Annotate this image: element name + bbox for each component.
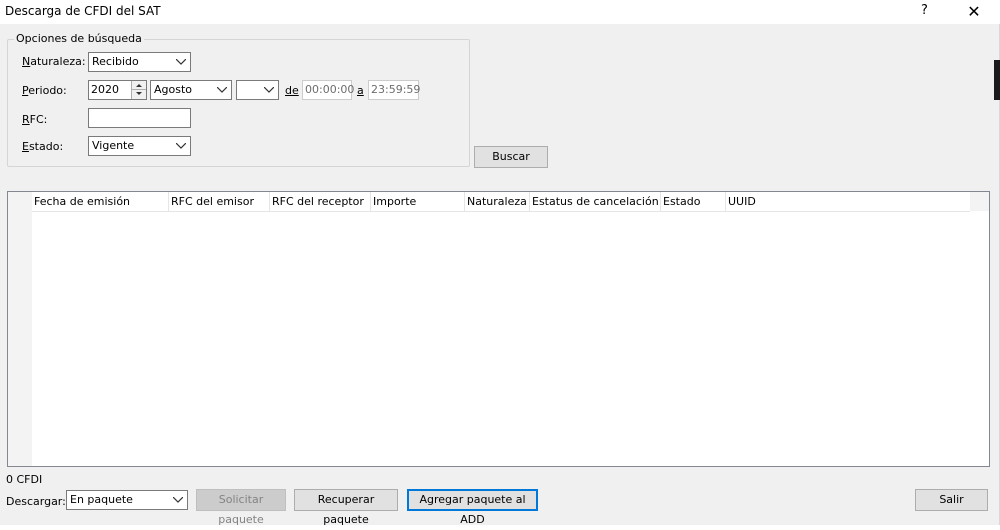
naturaleza-value: Recibido	[92, 55, 139, 68]
de-label: de	[285, 84, 299, 97]
month-value: Agosto	[154, 83, 193, 96]
chevron-down-icon	[264, 81, 274, 99]
column-header-naturaleza[interactable]: Naturaleza	[465, 192, 530, 211]
rfc-field[interactable]	[88, 108, 191, 128]
naturaleza-label: Naturaleza:	[22, 55, 86, 68]
close-icon[interactable]: ✕	[962, 0, 986, 24]
descargar-value: En paquete	[70, 493, 133, 506]
spin-down-icon[interactable]	[132, 90, 146, 99]
help-icon[interactable]: ?	[921, 3, 928, 18]
estado-select[interactable]: Vigente	[88, 136, 191, 156]
estado-value: Vigente	[92, 139, 135, 152]
estado-label: Estado:	[22, 140, 64, 153]
a-label: a	[357, 84, 364, 97]
table-scroll-area	[970, 211, 989, 466]
time-to-field[interactable]: 23:59:59	[368, 80, 420, 100]
month-select[interactable]: Agosto	[150, 80, 232, 100]
agregar-paquete-button[interactable]: Agregar paquete al ADD	[407, 489, 538, 526]
column-header-estado[interactable]: Estado	[661, 192, 726, 211]
cfdi-table[interactable]	[7, 191, 990, 467]
window-title: Descarga de CFDI del SAT	[5, 4, 161, 18]
column-header-rfc-receptor[interactable]: RFC del receptor	[270, 192, 371, 211]
salir-button[interactable]: Salir	[915, 489, 988, 511]
periodo-label: Periodo:	[22, 84, 67, 97]
recuperar-paquete-button[interactable]: Recuperar paquete	[294, 489, 398, 526]
year-stepper-buttons	[131, 81, 146, 99]
rfc-label: RFC:	[22, 113, 48, 126]
time-from-field[interactable]: 00:00:00	[302, 80, 354, 100]
window-edge-strip	[994, 60, 1000, 100]
naturaleza-select[interactable]: Recibido	[88, 52, 191, 72]
year-stepper[interactable]: 2020	[88, 80, 147, 100]
column-header-importe[interactable]: Importe	[371, 192, 465, 211]
column-header-fecha[interactable]: Fecha de emisión	[32, 192, 169, 211]
buscar-button[interactable]: Buscar	[474, 146, 548, 168]
column-header-uuid[interactable]: UUID	[726, 192, 970, 211]
year-value: 2020	[91, 83, 119, 96]
day-select[interactable]	[236, 80, 279, 100]
column-header-rfc-emisor[interactable]: RFC del emisor	[169, 192, 270, 211]
chevron-down-icon	[217, 81, 227, 99]
cfdi-count: 0 CFDI	[6, 473, 43, 486]
chevron-down-icon	[173, 491, 183, 509]
descargar-select[interactable]: En paquete	[66, 490, 188, 510]
solicitar-paquete-button[interactable]: Solicitar paquete	[196, 489, 286, 526]
search-options-title: Opciones de búsqueda	[14, 32, 144, 45]
chevron-down-icon	[176, 137, 186, 155]
chevron-down-icon	[176, 53, 186, 71]
table-row-gutter	[8, 192, 32, 466]
table-header: Fecha de emisión RFC del emisor RFC del …	[32, 192, 970, 212]
column-header-estatus-cancelacion[interactable]: Estatus de cancelación	[530, 192, 661, 211]
table-header-filler	[970, 192, 989, 211]
spin-up-icon[interactable]	[132, 81, 146, 90]
descargar-label: Descargar:	[6, 495, 66, 508]
